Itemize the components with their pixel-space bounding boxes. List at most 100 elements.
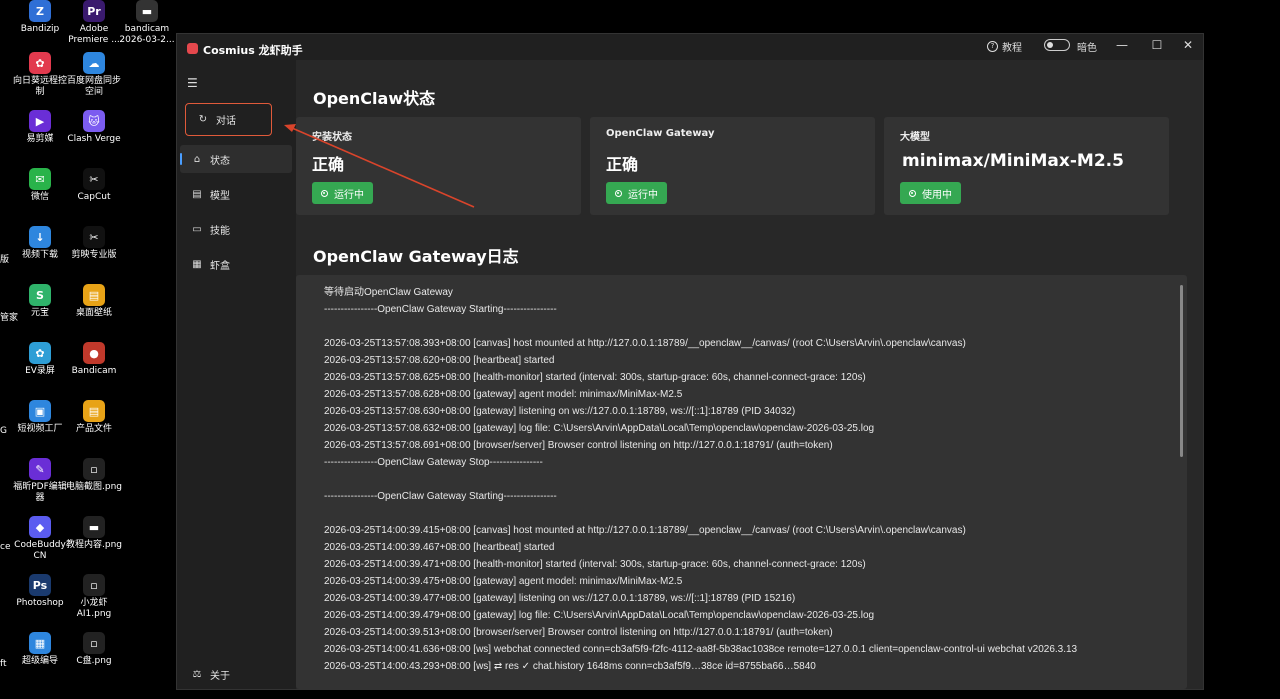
wechat-icon: ✉ bbox=[29, 168, 51, 190]
bandicam-icon: ● bbox=[83, 342, 105, 364]
install-status-card: 安装状态 正确 运行中 bbox=[296, 117, 581, 215]
dark-mode-label: 暗色 bbox=[1077, 43, 1097, 54]
sidebar-item-chat[interactable]: ↻ 对话 bbox=[185, 103, 272, 136]
skills-icon: ▭ bbox=[192, 223, 202, 235]
editor-icon: ▶ bbox=[29, 110, 51, 132]
desktop-icon-label: CapCut bbox=[77, 192, 111, 202]
desktop-icon[interactable]: ● Bandicam bbox=[64, 342, 124, 377]
desktop-icon[interactable]: ✎ 福昕PDF编辑器 bbox=[10, 458, 70, 504]
desktop-icon-label: 电脑截图.png bbox=[66, 482, 122, 492]
desktop-icon[interactable]: ▫ 小龙虾AI1.png bbox=[64, 574, 124, 620]
model-icon: ▤ bbox=[192, 188, 202, 200]
desktop-icon-label: 微信 bbox=[30, 192, 49, 202]
log-line: ----------------OpenClaw Gateway Startin… bbox=[324, 304, 557, 315]
minimize-button[interactable]: — bbox=[1112, 37, 1132, 53]
sidebar-item-box[interactable]: ▦ 虾盒 bbox=[180, 250, 292, 278]
pdf-icon: ✎ bbox=[29, 458, 51, 480]
desktop-icon[interactable]: ▤ 桌面壁纸 bbox=[64, 284, 124, 319]
desktop-icon-label: Clash Verge bbox=[67, 134, 121, 144]
desktop-icon[interactable]: Ps Photoshop bbox=[10, 574, 70, 609]
sidebar-item-skills[interactable]: ▭ 技能 bbox=[180, 215, 292, 243]
factory-icon: ▣ bbox=[29, 400, 51, 422]
menu-icon[interactable]: ☰ bbox=[187, 76, 198, 90]
sidebar-item-label: 对话 bbox=[216, 116, 236, 127]
window-title: Cosmius 龙虾助手 bbox=[203, 44, 303, 57]
card-label: 大模型 bbox=[900, 132, 930, 143]
close-button[interactable]: ✕ bbox=[1178, 37, 1198, 53]
desktop-icon-label: Bandizip bbox=[20, 24, 60, 34]
desktop-icon-label-cut: ce bbox=[0, 542, 11, 552]
sidebar-item-model[interactable]: ▤ 模型 bbox=[180, 180, 292, 208]
director-icon: ▦ bbox=[29, 632, 51, 654]
app-logo-icon bbox=[187, 43, 198, 54]
sidebar-item-label: 模型 bbox=[210, 190, 230, 202]
log-line: ----------------OpenClaw Gateway Startin… bbox=[324, 491, 557, 502]
desktop-icon[interactable]: ▫ C盘.png bbox=[64, 632, 124, 667]
cloud-icon: ☁ bbox=[83, 52, 105, 74]
log-line: 2026-03-25T13:57:08.625+08:00 [health-mo… bbox=[324, 372, 866, 383]
cat-icon: 🐱 bbox=[83, 110, 105, 132]
desktop-icon-label: 易剪媒 bbox=[26, 134, 54, 144]
image-file-icon: ▫ bbox=[83, 574, 105, 596]
help-icon: ? bbox=[987, 41, 998, 52]
log-line: 2026-03-25T13:57:08.632+08:00 [gateway] … bbox=[324, 423, 875, 434]
image-file-icon: ▬ bbox=[83, 516, 105, 538]
about-icon: ⚖ bbox=[192, 668, 202, 680]
sidebar-item-label: 状态 bbox=[210, 155, 230, 167]
log-line: 2026-03-25T14:00:39.479+08:00 [gateway] … bbox=[324, 610, 875, 621]
app-window: Cosmius 龙虾助手 ? 教程 暗色 — ☐ ✕ ☰ ↻ 对话 ⌂ 状态 ▤… bbox=[176, 33, 1204, 690]
desktop-icon[interactable]: ☁ 百度网盘同步空间 bbox=[64, 52, 124, 98]
desktop-icon[interactable]: ◆ CodeBuddy CN bbox=[10, 516, 70, 562]
jianying-icon: ✂ bbox=[83, 226, 105, 248]
radio-dot-icon bbox=[321, 189, 328, 197]
box-icon: ▦ bbox=[192, 258, 202, 270]
log-line: 2026-03-25T14:00:39.415+08:00 [canvas] h… bbox=[324, 525, 966, 536]
log-scrollbar[interactable] bbox=[1180, 285, 1183, 457]
desktop-icon-label: 小龙虾AI1.png bbox=[76, 598, 112, 619]
maximize-button[interactable]: ☐ bbox=[1147, 37, 1167, 53]
gateway-log-panel[interactable]: 等待启动OpenClaw Gateway ----------------Open… bbox=[296, 275, 1187, 689]
log-line: 2026-03-25T14:00:39.471+08:00 [health-mo… bbox=[324, 559, 866, 570]
folder-icon: ▤ bbox=[83, 400, 105, 422]
desktop-icon[interactable]: ▦ 超级编导 bbox=[10, 632, 70, 667]
desktop-icon-label: Adobe Premiere ... bbox=[68, 24, 120, 45]
card-label: 安装状态 bbox=[312, 132, 352, 143]
desktop-icon[interactable]: ↓ 视频下载 bbox=[10, 226, 70, 261]
dark-mode-toggle[interactable] bbox=[1044, 39, 1070, 51]
model-status-card: 大模型 minimax/MiniMax-M2.5 使用中 bbox=[884, 117, 1169, 215]
desktop-icon-label: 教程内容.png bbox=[66, 540, 122, 550]
badge-label: 使用中 bbox=[922, 189, 952, 201]
log-line: 2026-03-25T13:57:08.630+08:00 [gateway] … bbox=[324, 406, 796, 417]
folder-icon: ▤ bbox=[83, 284, 105, 306]
sidebar-item-status[interactable]: ⌂ 状态 bbox=[180, 145, 292, 173]
desktop-icon[interactable]: 🐱 Clash Verge bbox=[64, 110, 124, 145]
desktop-icon[interactable]: ✂ 剪映专业版 bbox=[64, 226, 124, 261]
photoshop-icon: Ps bbox=[29, 574, 51, 596]
desktop-icon[interactable]: ▣ 短视频工厂 bbox=[10, 400, 70, 435]
sidebar: ☰ ↻ 对话 ⌂ 状态 ▤ 模型 ▭ 技能 ▦ 虾盒 ⚖ 关于 bbox=[177, 60, 295, 689]
status-section-title: OpenClaw状态 bbox=[313, 89, 436, 108]
log-line: 2026-03-25T13:57:08.691+08:00 [browser/s… bbox=[324, 440, 833, 451]
desktop-icon[interactable]: ▤ 产品文件 bbox=[64, 400, 124, 435]
desktop-icon[interactable]: ✂ CapCut bbox=[64, 168, 124, 203]
desktop-icon[interactable]: ▬ 教程内容.png bbox=[64, 516, 124, 551]
desktop-icon[interactable]: ✿ EV录屏 bbox=[10, 342, 70, 377]
desktop-icon[interactable]: ✉ 微信 bbox=[10, 168, 70, 203]
help-button[interactable]: ? 教程 bbox=[987, 39, 1022, 54]
sidebar-item-about[interactable]: ⚖ 关于 bbox=[180, 660, 292, 688]
recorder-icon: ✿ bbox=[29, 342, 51, 364]
desktop-icon[interactable]: ▬ bandicam 2026-03-2... bbox=[117, 0, 177, 46]
log-line: 等待启动OpenClaw Gateway bbox=[324, 287, 453, 298]
video-file-icon: ▬ bbox=[136, 0, 158, 22]
desktop-icon[interactable]: Pr Adobe Premiere ... bbox=[64, 0, 124, 46]
desktop-icon-label-cut: ft bbox=[0, 659, 7, 669]
desktop-icon[interactable]: S 元宝 bbox=[10, 284, 70, 319]
status-badge: 运行中 bbox=[606, 182, 667, 204]
desktop-icon[interactable]: ▫ 电脑截图.png bbox=[64, 458, 124, 493]
desktop-icon[interactable]: ▶ 易剪媒 bbox=[10, 110, 70, 145]
desktop-icon[interactable]: ✿ 向日葵远程控制 bbox=[10, 52, 70, 98]
desktop-icon[interactable]: Z Bandizip bbox=[10, 0, 70, 35]
